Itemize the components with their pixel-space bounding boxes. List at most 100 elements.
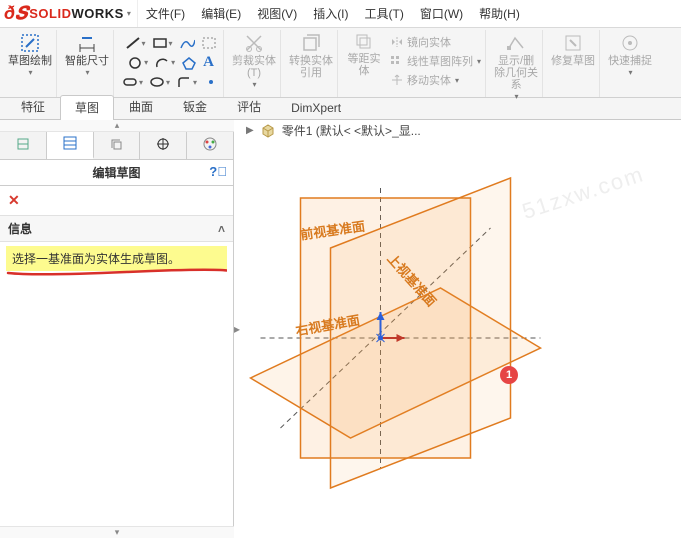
offset-label: 等距实体 (346, 53, 382, 77)
show-hide-relations-button: 显示/删除几何关系 ▾ (494, 32, 538, 101)
line-tool-icon[interactable]: ▾ (125, 36, 146, 50)
trim-button: 剪裁实体(T) ▾ (232, 32, 276, 89)
dimxpert-tab-icon (155, 136, 171, 155)
mirror-button: 镜向实体 (390, 34, 481, 50)
tab-sketch[interactable]: 草图 (60, 95, 114, 120)
repair-icon (562, 32, 584, 54)
tab-surface[interactable]: 曲面 (114, 94, 168, 119)
graphics-viewport[interactable]: ▶ 零件1 (默认< <默认>_显... 51zxw.com (240, 120, 681, 538)
app-menu-chevron-icon[interactable]: ▾ (127, 9, 131, 18)
menu-tools[interactable]: 工具(T) (357, 0, 412, 27)
menu-help[interactable]: 帮助(H) (471, 0, 528, 27)
hint-message: 选择一基准面为实体生成草图。 (6, 246, 227, 271)
chevron-down-icon: ▾ (515, 92, 519, 101)
tab-evaluate[interactable]: 评估 (222, 94, 276, 119)
sketch-icon (19, 32, 41, 54)
menubar: ð𝑺 SOLIDWORKS ▾ 文件(F) 编辑(E) 视图(V) 插入(I) … (0, 0, 681, 28)
text-tool-icon[interactable]: A (203, 54, 214, 71)
appearance-icon (202, 136, 218, 155)
select-box-icon[interactable] (201, 36, 217, 50)
ribbon: 草图绘制 ▾ 智能尺寸 ▾ ▾ ▾ ▾ ▾ A ▾ ▾ ▾ (0, 28, 681, 98)
panel-scroll-up[interactable]: ▴ (0, 120, 234, 132)
arc-tool-icon[interactable]: ▾ (154, 54, 175, 71)
panel-tab-property-mgr[interactable] (47, 132, 94, 159)
mirror-label: 镜向实体 (407, 34, 451, 50)
ribbon-tabstrip: 特征 草图 曲面 钣金 评估 DimXpert (0, 98, 681, 120)
panel-tab-appearance[interactable] (187, 132, 233, 159)
annotation-badge-1: 1 (500, 366, 518, 384)
sketch-button[interactable]: 草图绘制 ▾ (8, 32, 52, 77)
reference-planes (240, 138, 681, 538)
badge-number: 1 (506, 369, 512, 381)
convert-entities-button: 转换实体引用 (289, 32, 333, 79)
part-icon (260, 123, 276, 139)
chevron-down-icon: ▾ (629, 68, 633, 77)
offset-icon (354, 32, 374, 52)
help-icon[interactable]: ?⃝ (209, 164, 227, 179)
smart-dimension-label: 智能尺寸 (65, 55, 109, 67)
app-logo: ð𝑺 SOLIDWORKS ▾ (0, 0, 138, 27)
convert-entities-icon (300, 32, 322, 54)
move-entities-button: 移动实体▾ (390, 72, 481, 88)
move-icon (390, 74, 404, 86)
slot-tool-icon[interactable]: ▾ (122, 75, 143, 89)
breadcrumb-expand-icon[interactable]: ▶ (246, 125, 254, 136)
smart-dimension-button[interactable]: 智能尺寸 ▾ (65, 32, 109, 77)
menu-window[interactable]: 窗口(W) (412, 0, 471, 27)
menu-insert[interactable]: 插入(I) (305, 0, 356, 27)
panel-tab-dimxpert[interactable] (140, 132, 187, 159)
quick-snap-icon (619, 32, 641, 54)
linear-pattern-button: 线性草图阵列▾ (390, 53, 481, 69)
panel-tab-feature-tree[interactable] (0, 132, 47, 159)
breadcrumb: ▶ 零件1 (默认< <默认>_显... (246, 122, 421, 139)
annotation-underline (6, 267, 227, 277)
collapse-chevron-icon: ˄ (218, 222, 225, 236)
pattern-icon (390, 55, 404, 67)
spline-tool-icon[interactable] (179, 36, 195, 50)
panel-title: 编辑草图 (92, 164, 140, 181)
point-tool-icon[interactable] (203, 75, 219, 89)
property-mgr-icon (62, 135, 78, 154)
section-header-info[interactable]: 信息 ˄ (0, 215, 233, 242)
chevron-down-icon: ▾ (85, 68, 89, 77)
repair-sketch-label: 修复草图 (551, 55, 595, 67)
panel-title-bar: 编辑草图 ?⃝ (0, 160, 233, 186)
tab-dimxpert[interactable]: DimXpert (276, 97, 356, 119)
hint-text: 选择一基准面为实体生成草图。 (12, 252, 180, 266)
convert-entities-label: 转换实体引用 (289, 55, 333, 79)
chevron-down-icon: ▾ (28, 68, 32, 77)
quick-snap-label: 快速捕捉 (608, 55, 652, 67)
main-area: ▴ 编辑草图 ?⃝ ✕ 信息 ˄ 选择一基准面为实体生成草图。 ▾ ▸ ▶ (0, 120, 681, 538)
close-button[interactable]: ✕ (0, 186, 233, 215)
fillet-tool-icon[interactable]: ▾ (176, 75, 197, 89)
panel-scroll-down[interactable]: ▾ (0, 526, 234, 538)
sketch-label: 草图绘制 (8, 55, 52, 67)
offset-button: 等距实体 (346, 32, 382, 88)
tab-feature[interactable]: 特征 (6, 94, 60, 119)
ellipse-tool-icon[interactable]: ▾ (149, 75, 170, 89)
quick-snap-button: 快速捕捉 ▾ (608, 32, 652, 77)
menu-view[interactable]: 视图(V) (249, 0, 305, 27)
polygon-tool-icon[interactable] (181, 54, 197, 71)
trim-icon (243, 32, 265, 54)
rectangle-tool-icon[interactable]: ▾ (152, 36, 173, 50)
menu-file[interactable]: 文件(F) (138, 0, 193, 27)
relations-icon (505, 32, 527, 54)
linear-pattern-label: 线性草图阵列 (407, 53, 473, 69)
trim-label: 剪裁实体(T) (232, 55, 276, 79)
show-hide-relations-label: 显示/删除几何关系 (494, 55, 538, 91)
feature-tree-icon (15, 136, 31, 155)
breadcrumb-part-name[interactable]: 零件1 (默认< <默认>_显... (282, 122, 421, 139)
section-header-label: 信息 (8, 220, 32, 237)
menu-edit[interactable]: 编辑(E) (193, 0, 249, 27)
property-manager-panel: ▴ 编辑草图 ?⃝ ✕ 信息 ˄ 选择一基准面为实体生成草图。 ▾ (0, 120, 234, 538)
repair-sketch-button: 修复草图 (551, 32, 595, 67)
tab-sheetmetal[interactable]: 钣金 (168, 94, 222, 119)
circle-tool-icon[interactable]: ▾ (127, 54, 148, 71)
panel-tab-config-mgr[interactable] (94, 132, 141, 159)
panel-tabstrip (0, 132, 233, 160)
move-entities-label: 移动实体 (407, 72, 451, 88)
chevron-down-icon: ▾ (253, 80, 257, 89)
config-mgr-icon (108, 136, 124, 155)
logo-solid: SOLIDWORKS (29, 6, 124, 21)
